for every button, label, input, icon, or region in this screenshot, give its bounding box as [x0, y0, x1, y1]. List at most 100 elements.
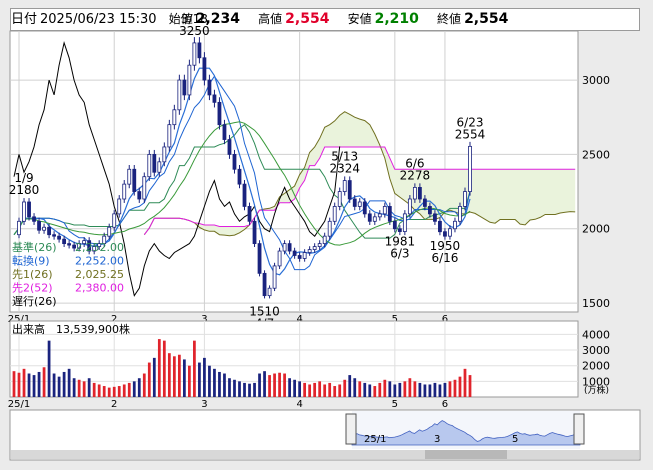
volume-bar	[338, 384, 342, 397]
volume-bar	[343, 379, 347, 397]
volume-bar	[378, 382, 382, 397]
volume-unit: (万株)	[584, 384, 609, 396]
volume-bar	[87, 378, 91, 397]
volume-bar	[448, 381, 452, 397]
volume-bar	[418, 382, 422, 397]
x-tick-label: 4	[296, 399, 302, 410]
candle	[247, 206, 252, 222]
annotation-value: 2324	[329, 162, 360, 176]
candle	[222, 124, 227, 140]
volume-bar	[27, 373, 31, 397]
navigator-right-handle[interactable]	[573, 413, 585, 445]
annotation-date: 6/16	[431, 251, 458, 265]
x-tick-label: 6	[442, 399, 448, 410]
volume-bar	[353, 378, 357, 397]
volume-bar	[137, 378, 141, 397]
candle	[327, 220, 332, 237]
candle	[377, 213, 382, 218]
volume-bar	[263, 371, 266, 397]
volume-bar	[413, 381, 417, 397]
volume-bar	[318, 381, 322, 397]
candle	[352, 198, 357, 207]
navigator-tick-label: 5	[512, 434, 518, 445]
volume-bar	[433, 382, 437, 397]
volume-bar	[157, 339, 161, 397]
x-tick-label: 3	[201, 399, 207, 410]
volume-bar	[273, 373, 276, 397]
volume-bar	[238, 381, 241, 397]
candle	[428, 206, 432, 215]
volume-bar	[408, 378, 412, 397]
volume-bar	[293, 379, 296, 397]
volume-bar	[17, 372, 21, 397]
candle	[112, 213, 117, 228]
volume-bar	[333, 386, 337, 397]
volume-bar	[268, 375, 271, 397]
volume-bar	[37, 371, 41, 397]
navigator-scroll-thumb[interactable]	[425, 450, 507, 459]
candle	[177, 79, 182, 111]
candle	[372, 216, 377, 222]
volume-tick-label: 3000	[582, 344, 610, 357]
candle	[167, 124, 172, 148]
volume-bar	[248, 383, 251, 397]
candle	[47, 226, 51, 236]
candle	[132, 168, 137, 192]
x-tick-label: 5	[392, 399, 398, 410]
volume-bar	[198, 362, 201, 397]
volume-bar	[218, 371, 221, 397]
volume-bar	[233, 379, 236, 397]
candle	[277, 250, 282, 267]
candle	[282, 243, 287, 252]
candle	[332, 206, 337, 222]
navigator-left-handle[interactable]	[345, 413, 357, 445]
candle	[137, 191, 142, 200]
volume-bar	[117, 386, 121, 397]
candle	[412, 187, 417, 200]
volume-bar	[393, 384, 397, 397]
volume-bar	[112, 386, 116, 397]
candle	[433, 213, 437, 222]
candle	[162, 146, 167, 163]
volume-bar	[278, 372, 281, 397]
y-tick-label: 1500	[582, 297, 610, 310]
navigator-tick-label: 25/1	[364, 434, 386, 445]
candle	[402, 213, 407, 232]
volume-bar	[82, 381, 86, 397]
candle	[57, 235, 62, 240]
volume-bar	[32, 375, 36, 397]
volume-bar	[383, 379, 387, 397]
legend-value: 2,252.00	[75, 241, 124, 254]
candle	[438, 220, 442, 233]
candle	[382, 206, 387, 215]
volume-bar	[458, 376, 462, 397]
candle	[37, 220, 41, 231]
navigator-scrollbar[interactable]	[11, 450, 639, 459]
candle	[202, 57, 207, 81]
volume-bar	[92, 382, 96, 397]
candle	[142, 176, 147, 200]
chart-widget: 日付 2025/06/23 15:30 始値 2,234 高値 2,554 安値 2,2…	[0, 0, 653, 470]
volume-bar	[358, 381, 362, 397]
volume-bar	[147, 362, 151, 397]
volume-bar	[127, 382, 131, 397]
x-tick-label: 2	[111, 399, 117, 410]
candle	[287, 243, 292, 252]
candle	[417, 187, 422, 200]
candle	[157, 161, 162, 173]
candle	[468, 145, 472, 192]
candle	[257, 243, 262, 274]
candle	[67, 243, 72, 246]
candle	[272, 265, 277, 289]
chart-svg: 25/1 2 3 4 5 630002500200015001/921803/183250…	[8, 12, 641, 461]
candle	[342, 180, 347, 192]
volume-bar	[423, 384, 427, 397]
candle	[367, 213, 372, 222]
volume-bar	[67, 368, 71, 397]
candle	[337, 191, 342, 207]
volume-bar	[12, 371, 16, 397]
candle	[252, 220, 257, 245]
candle	[262, 272, 267, 297]
candle	[362, 201, 367, 215]
volume-value: 13,539,900株	[56, 322, 130, 336]
